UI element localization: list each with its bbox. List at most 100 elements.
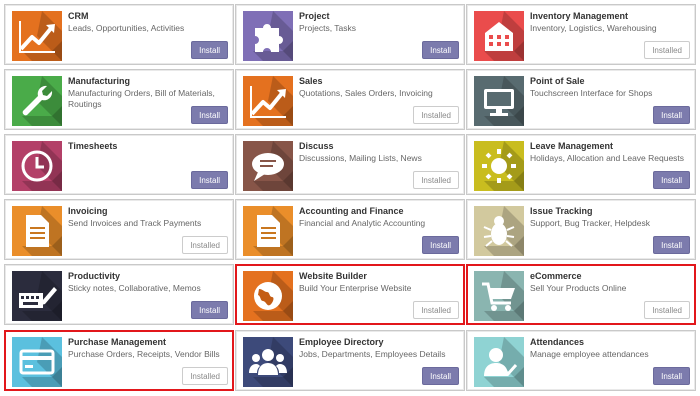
app-card-purchase-management[interactable]: Purchase Management Purchase Orders, Rec… (4, 330, 234, 391)
installed-button[interactable]: Installed (413, 106, 459, 124)
app-card-point-of-sale[interactable]: Point of Sale Touchscreen Interface for … (466, 69, 696, 130)
document-icon (243, 206, 293, 256)
app-card-manufacturing[interactable]: Manufacturing Manufacturing Orders, Bill… (4, 69, 234, 130)
install-button[interactable]: Install (191, 301, 228, 319)
app-title: Productivity (68, 271, 121, 281)
monitor-icon (474, 76, 524, 126)
app-description: Sticky notes, Collaborative, Memos (68, 283, 201, 293)
chart-trend-icon (12, 11, 62, 61)
app-title: Accounting and Finance (299, 206, 404, 216)
install-button[interactable]: Install (653, 236, 690, 254)
install-button[interactable]: Install (191, 41, 228, 59)
app-card-project[interactable]: Project Projects, Tasks Install (235, 4, 465, 65)
app-description: Touchscreen Interface for Shops (530, 88, 653, 98)
bug-icon-svg (483, 206, 524, 256)
installed-button[interactable]: Installed (182, 367, 228, 385)
installed-button[interactable]: Installed (644, 301, 690, 319)
chat-bubble-icon (243, 141, 293, 191)
app-description: Quotations, Sales Orders, Invoicing (299, 88, 433, 98)
document-icon (12, 206, 62, 256)
credit-card-icon (12, 337, 62, 387)
warehouse-icon-svg (484, 11, 524, 61)
clock-icon-svg (21, 141, 62, 191)
install-button[interactable]: Install (191, 106, 228, 124)
chat-bubble-icon-svg (252, 141, 293, 191)
app-card-timesheets[interactable]: Timesheets Install (4, 134, 234, 195)
app-title: Issue Tracking (530, 206, 593, 216)
app-description: Send Invoices and Track Payments (68, 218, 202, 228)
app-description: Projects, Tasks (299, 23, 357, 33)
clock-icon (12, 141, 62, 191)
app-title: Timesheets (68, 141, 118, 151)
people-icon (243, 337, 293, 387)
app-card-accounting[interactable]: Accounting and Finance Financial and Ana… (235, 199, 465, 260)
app-title: Point of Sale (530, 76, 585, 86)
installed-button[interactable]: Installed (182, 236, 228, 254)
app-card-issue-tracking[interactable]: Issue Tracking Support, Bug Tracker, Hel… (466, 199, 696, 260)
app-title: eCommerce (530, 271, 582, 281)
app-title: Discuss (299, 141, 334, 151)
chart-trend-icon (243, 76, 293, 126)
installed-button[interactable]: Installed (413, 301, 459, 319)
app-card-attendances[interactable]: Attendances Manage employee attendances … (466, 330, 696, 391)
wrench-icon (12, 76, 62, 126)
puzzle-icon (243, 11, 293, 61)
app-description: Inventory, Logistics, Warehousing (530, 23, 657, 33)
install-button[interactable]: Install (653, 106, 690, 124)
app-title: Website Builder (299, 271, 367, 281)
install-button[interactable]: Install (653, 367, 690, 385)
app-description: Leads, Opportunities, Activities (68, 23, 185, 33)
app-title: Purchase Management (68, 337, 167, 347)
cart-icon-svg (482, 271, 524, 321)
app-card-discuss[interactable]: Discuss Discussions, Mailing Lists, News… (235, 134, 465, 195)
apps-grid: CRM Leads, Opportunities, Activities Ins… (0, 0, 700, 396)
app-title: Inventory Management (530, 11, 629, 21)
app-title: CRM (68, 11, 89, 21)
globe-icon (243, 271, 293, 321)
app-title: Project (299, 11, 330, 21)
installed-button[interactable]: Installed (413, 171, 459, 189)
install-button[interactable]: Install (191, 171, 228, 189)
app-title: Leave Management (530, 141, 614, 151)
app-title: Sales (299, 76, 323, 86)
chart-trend-icon-svg (250, 76, 293, 126)
monitor-icon-svg (484, 76, 524, 126)
app-description: Sell Your Products Online (530, 283, 627, 293)
app-description: Discussions, Mailing Lists, News (299, 153, 422, 163)
credit-card-icon-svg (19, 337, 62, 387)
app-description: Manage employee attendances (530, 349, 649, 359)
app-card-website-builder[interactable]: Website Builder Build Your Enterprise We… (235, 264, 465, 325)
people-icon-svg (249, 337, 293, 387)
install-button[interactable]: Install (422, 367, 459, 385)
app-description: Holidays, Allocation and Leave Requests (530, 153, 685, 163)
app-card-inventory[interactable]: Inventory Management Inventory, Logistic… (466, 4, 696, 65)
app-description: Jobs, Departments, Employees Details (299, 349, 446, 359)
install-button[interactable]: Install (422, 236, 459, 254)
app-description: Financial and Analytic Accounting (299, 218, 426, 228)
app-title: Manufacturing (68, 76, 130, 86)
install-button[interactable]: Install (422, 41, 459, 59)
app-description: Build Your Enterprise Website (299, 283, 412, 293)
keyboard-pencil-icon-svg (19, 271, 62, 321)
warehouse-icon (474, 11, 524, 61)
app-card-productivity[interactable]: Productivity Sticky notes, Collaborative… (4, 264, 234, 325)
installed-button[interactable]: Installed (644, 41, 690, 59)
app-card-employee-directory[interactable]: Employee Directory Jobs, Departments, Em… (235, 330, 465, 391)
user-check-icon-svg (484, 337, 524, 387)
puzzle-icon-svg (253, 11, 293, 61)
document-icon-svg (253, 206, 293, 256)
keyboard-pencil-icon (12, 271, 62, 321)
app-title: Employee Directory (299, 337, 384, 347)
app-card-ecommerce[interactable]: eCommerce Sell Your Products Online Inst… (466, 264, 696, 325)
document-icon-svg (22, 206, 62, 256)
user-check-icon (474, 337, 524, 387)
app-card-crm[interactable]: CRM Leads, Opportunities, Activities Ins… (4, 4, 234, 65)
app-card-leave-management[interactable]: Leave Management Holidays, Allocation an… (466, 134, 696, 195)
chart-trend-icon-svg (19, 11, 62, 61)
app-card-invoicing[interactable]: Invoicing Send Invoices and Track Paymen… (4, 199, 234, 260)
app-title: Attendances (530, 337, 585, 347)
app-title: Invoicing (68, 206, 108, 216)
app-card-sales[interactable]: Sales Quotations, Sales Orders, Invoicin… (235, 69, 465, 130)
install-button[interactable]: Install (653, 171, 690, 189)
globe-icon-svg (253, 271, 293, 321)
